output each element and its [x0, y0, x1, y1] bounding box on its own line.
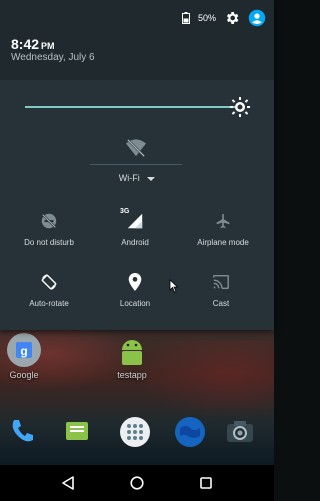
app-label-google: Google: [9, 370, 39, 380]
clock[interactable]: 8:42 PM: [11, 36, 55, 52]
tile-auto-rotate[interactable]: Auto-rotate: [4, 271, 94, 321]
cellular-3g-badge: 3G: [120, 208, 130, 215]
status-bar-right: 50%: [181, 9, 266, 27]
auto-rotate-icon: [41, 274, 57, 290]
brightness-slider[interactable]: [25, 97, 255, 117]
google-folder-icon: g: [7, 333, 41, 367]
tile-label-cast: Cast: [212, 299, 230, 308]
dock-camera[interactable]: [224, 416, 256, 448]
user-profile-icon[interactable]: [248, 9, 266, 27]
tile-label-do-not-disturb: Do not disturb: [24, 238, 74, 247]
app-drawer-icon: [120, 417, 150, 447]
settings-gear-icon[interactable]: [224, 10, 240, 26]
tile-cast[interactable]: Cast: [176, 271, 266, 321]
wifi-divider: [90, 164, 182, 165]
svg-text:g: g: [20, 344, 27, 358]
battery-icon: [181, 12, 190, 24]
wifi-off-icon: [126, 139, 146, 157]
camera-icon: [227, 421, 253, 442]
clock-time: 8:42: [11, 36, 40, 52]
tile-cellular[interactable]: 3G Android: [90, 208, 180, 260]
browser-globe-icon: [175, 417, 205, 447]
recents-icon[interactable]: [200, 477, 212, 489]
navigation-bar: [0, 465, 274, 501]
dock-messages[interactable]: [62, 416, 92, 446]
tile-label-airplane-mode: Airplane mode: [197, 238, 249, 247]
android-app-icon: [122, 340, 142, 365]
location-icon: [128, 273, 142, 291]
tile-location[interactable]: Location: [90, 271, 180, 321]
quick-settings-panel: 50% 8:42 PM Wednesday, July 6 Wi-Fi Do n…: [0, 0, 274, 330]
do-not-disturb-icon: [41, 213, 57, 229]
app-label-testapp: testapp: [117, 370, 147, 380]
dock-app-drawer[interactable]: [119, 416, 151, 448]
brightness-sun-icon[interactable]: [230, 97, 250, 117]
cast-icon: [213, 274, 229, 290]
app-google[interactable]: g Google: [6, 332, 42, 380]
wifi-label[interactable]: Wi-Fi: [0, 173, 274, 183]
home-wallpaper: g Google testapp: [0, 330, 274, 465]
battery-percent: 50%: [197, 13, 216, 23]
dock-phone[interactable]: [6, 416, 36, 446]
chevron-down-icon: [147, 176, 156, 181]
airplane-icon: [216, 213, 230, 229]
wifi-tile[interactable]: Wi-Fi: [0, 136, 274, 196]
clock-ampm: PM: [41, 41, 55, 51]
date-label[interactable]: Wednesday, July 6: [11, 52, 95, 63]
tile-do-not-disturb[interactable]: Do not disturb: [4, 210, 94, 260]
dock-browser[interactable]: [174, 416, 206, 448]
app-testapp[interactable]: testapp: [114, 332, 150, 380]
tile-label-cellular: Android: [121, 238, 149, 247]
tile-label-auto-rotate: Auto-rotate: [29, 299, 69, 308]
messages-icon: [66, 422, 88, 440]
home-icon[interactable]: [130, 476, 144, 490]
wifi-label-text: Wi-Fi: [118, 173, 140, 183]
tile-airplane-mode[interactable]: Airplane mode: [178, 210, 268, 260]
tile-label-location: Location: [119, 299, 151, 308]
wallpaper-blob: [134, 340, 274, 420]
back-icon[interactable]: [62, 476, 74, 490]
phone-icon: [12, 420, 33, 442]
brightness-track: [25, 106, 245, 108]
shade-header: 50% 8:42 PM Wednesday, July 6: [0, 0, 274, 80]
